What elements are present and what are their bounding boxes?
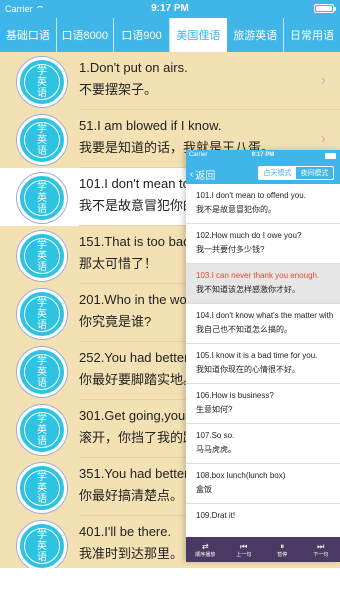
tab-american-slang[interactable]: 美国俚语 [170,18,228,52]
sentence-item[interactable]: 101.I don't mean to offend you. 我不是故意冒犯你的… [186,184,340,224]
sentence-item[interactable]: 104.I don't know what's the matter with 我… [186,304,340,344]
audio-player-bar: ⇄ 顺序播放 ⏮ 上一句 ⏸ 暂停 ⏭ 下一句 [186,537,340,562]
bottom-safe-area [0,568,340,604]
sentence-item[interactable]: 102.How much do I owe you? 我一共要付多少钱? [186,224,340,264]
previous-icon: ⏮ [240,541,248,551]
sentence-english: 104.I don't know what's the matter with [196,311,334,320]
detail-screen-preview: Carrier 9:17 PM ‹ 返回 白天模式 夜间模式 101.I don… [186,150,340,562]
sentence-chinese: 盒饭 [196,485,212,494]
sentence-chinese: 我一共要付多少钱? [196,245,265,254]
play-order-label: 顺序播放 [195,551,216,558]
sentence-english: 101.I don't mean to offend you. [196,191,306,200]
study-english-badge-icon: 学英语 [17,173,67,223]
chevron-left-icon: ‹ [190,169,194,180]
item-chinese: 不要摆架子。 [79,82,158,97]
study-english-badge-icon: 学英语 [17,115,67,165]
pause-icon: ⏸ [280,541,285,551]
tab-travel-english[interactable]: 旅游英语 [227,18,285,52]
preview-time: 9:17 PM [251,152,275,158]
display-mode-toggle: 白天模式 夜间模式 [258,166,334,180]
tab-daily-phrases[interactable]: 日常用语 [284,18,340,52]
night-mode-button[interactable]: 夜间模式 [296,167,333,179]
status-time: 9:17 PM [151,3,189,14]
tab-speaking-8000[interactable]: 口语8000 [57,18,114,52]
study-english-badge-icon: 学英语 [17,289,67,339]
sentence-list: 101.I don't mean to offend you. 我不是故意冒犯你的… [186,184,340,538]
preview-battery-icon [325,153,336,159]
list-item[interactable]: 学英语 1.Don't put on airs. 不要摆架子。 › [0,52,340,110]
sentence-item[interactable]: 108.box lunch(lunch box) 盒饭 [186,464,340,504]
sentence-english: 103.I can never thank you enough. [196,271,320,280]
item-english: 51.I am blowed if I know. [79,118,222,133]
study-english-badge-icon: 学英语 [17,347,67,397]
next-label: 下一句 [313,551,329,558]
previous-sentence-button[interactable]: ⏮ 上一句 [225,537,264,562]
sentence-english: 102.How much do I owe you? [196,231,302,240]
pause-label: 暂停 [277,551,288,558]
preview-status-bar: Carrier 9:17 PM [186,150,340,162]
sentence-chinese: 马马虎虎。 [196,445,236,454]
study-english-badge-icon: 学英语 [17,463,67,513]
sentence-item-playing[interactable]: 103.I can never thank you enough. 我不知道该怎样… [186,264,340,304]
tab-speaking-900[interactable]: 口语900 [114,18,171,52]
back-button[interactable]: ‹ 返回 [190,167,215,182]
status-bar: Carrier 9:17 PM [0,0,340,18]
tab-basic-speaking[interactable]: 基础口语 [0,18,57,52]
sentence-english: 108.box lunch(lunch box) [196,471,286,480]
sentence-item[interactable]: 107.So so. 马马虎虎。 [186,424,340,464]
battery-icon [314,4,336,13]
play-order-button[interactable]: ⇄ 顺序播放 [186,537,225,562]
pause-button[interactable]: ⏸ 暂停 [263,537,302,562]
previous-label: 上一句 [236,551,252,558]
preview-nav-bar: ‹ 返回 白天模式 夜间模式 [186,162,340,184]
sentence-chinese: 我不知道该怎样感激你才好。 [196,285,300,294]
sentence-english: 109.Drat it! [196,511,236,520]
sentence-chinese: 我自己也不知道怎么搞的。 [196,325,292,334]
study-english-badge-icon: 学英语 [17,405,67,455]
item-english: 1.Don't put on airs. [79,60,188,75]
sentence-chinese: 生意如何? [196,405,233,414]
sentence-english: 105.I know it is a bad time for you. [196,351,318,360]
sentence-item[interactable]: 106.How is business? 生意如何? [186,384,340,424]
chevron-right-icon: › [320,130,326,147]
study-english-badge-icon: 学英语 [17,521,67,571]
sentence-english: 106.How is business? [196,391,274,400]
sentence-chinese: 我不是故意冒犯你的。 [196,205,276,214]
next-icon: ⏭ [317,541,325,551]
next-sentence-button[interactable]: ⏭ 下一句 [302,537,340,562]
shuffle-icon: ⇄ [201,541,209,551]
sentence-item[interactable]: 105.I know it is a bad time for you. 我知道你… [186,344,340,384]
sentence-chinese: 我知道你现在的心情很不好。 [196,365,300,374]
chevron-right-icon: › [320,72,326,89]
sentence-english: 107.So so. [196,431,235,440]
day-mode-button[interactable]: 白天模式 [259,167,296,179]
study-english-badge-icon: 学英语 [17,231,67,281]
back-label: 返回 [195,171,216,182]
category-tabs: 基础口语 口语8000 口语900 美国俚语 旅游英语 日常用语 [0,18,340,52]
study-english-badge-icon: 学英语 [17,57,67,107]
